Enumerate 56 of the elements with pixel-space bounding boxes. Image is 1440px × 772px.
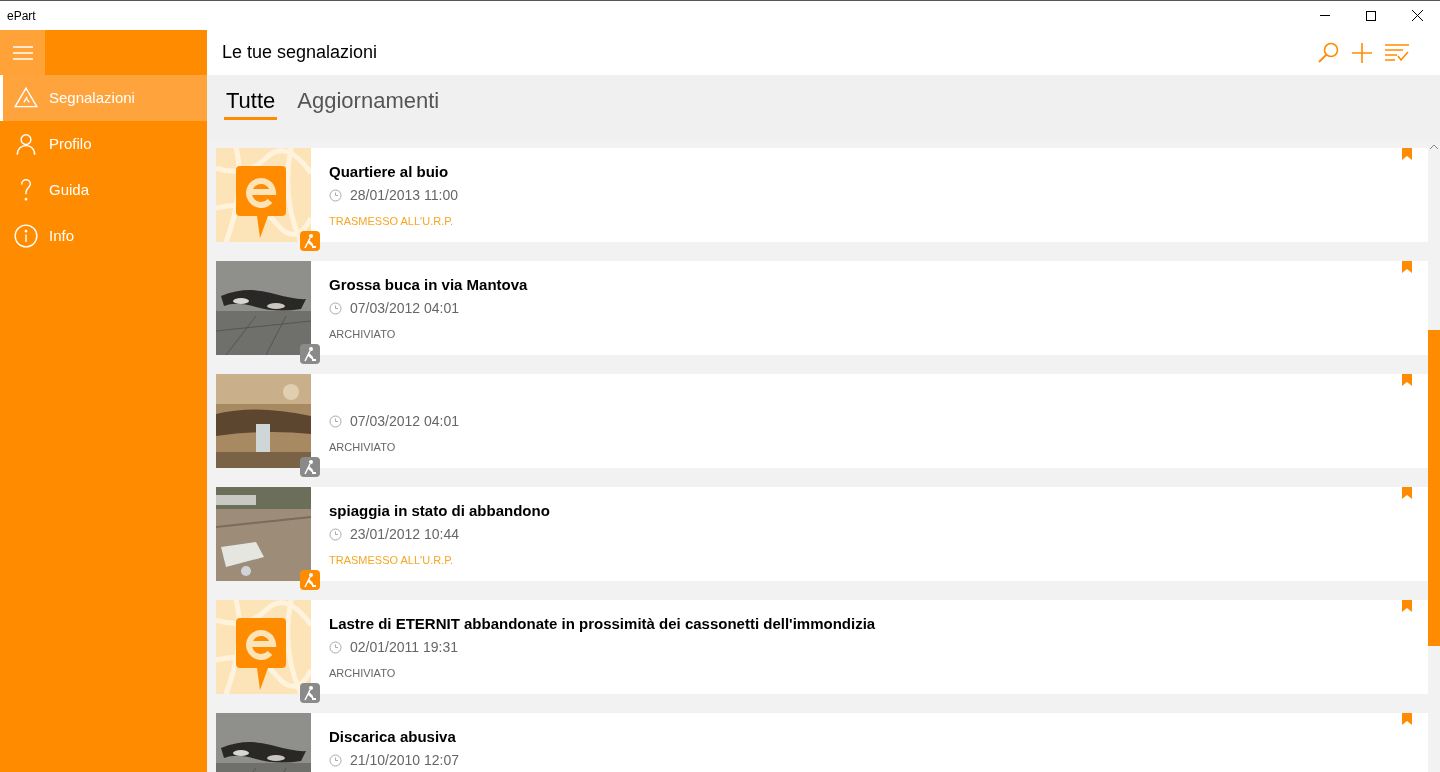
report-date: 21/10/2010 12:07 bbox=[350, 751, 459, 770]
tab[interactable]: Aggiornamenti bbox=[295, 87, 442, 120]
close-icon bbox=[1411, 10, 1423, 21]
add-button[interactable] bbox=[1350, 40, 1374, 65]
report-title: Discarica abusiva bbox=[329, 727, 457, 747]
report-status: TRASMESSO ALL'U.R.P. bbox=[329, 553, 455, 568]
bookmark-icon bbox=[1402, 600, 1412, 612]
search-button[interactable] bbox=[1316, 40, 1340, 65]
checklist-icon bbox=[1385, 43, 1409, 62]
report-date: 28/01/2013 11:00 bbox=[350, 186, 458, 205]
worker-status-icon bbox=[300, 683, 320, 703]
maximize-icon bbox=[1366, 10, 1376, 21]
report-card[interactable]: 07/03/2012 04:01 ARCHIVIATO bbox=[311, 374, 1428, 468]
plus-icon bbox=[1352, 42, 1372, 63]
search-icon bbox=[1317, 41, 1339, 64]
clock-icon bbox=[329, 641, 342, 654]
info-icon bbox=[13, 223, 39, 249]
clock-icon bbox=[329, 754, 342, 767]
worker-status-icon bbox=[300, 344, 320, 364]
bookmark-icon bbox=[1402, 713, 1412, 725]
page-title: Le tue segnalazioni bbox=[222, 41, 378, 64]
report-date: 02/01/2011 19:31 bbox=[350, 638, 458, 657]
report-card[interactable]: Discarica abusiva 21/10/2010 12:07 bbox=[311, 713, 1428, 772]
window-title: ePart bbox=[7, 7, 36, 25]
report-title: spiaggia in stato di abbandono bbox=[329, 501, 550, 521]
report-status: ARCHIVIATO bbox=[329, 666, 397, 681]
report-title: Quartiere al buio bbox=[329, 162, 450, 182]
report-status: ARCHIVIATO bbox=[329, 440, 397, 455]
clock-icon bbox=[329, 528, 342, 541]
bookmark-icon bbox=[1402, 261, 1412, 273]
scrollbar-thumb[interactable] bbox=[1428, 330, 1440, 646]
report-title: Grossa buca in via Mantova bbox=[329, 275, 528, 295]
worker-status-icon bbox=[300, 457, 320, 477]
report-card[interactable]: Lastre di ETERNIT abbandonate in prossimità dei cassonetti dell'immondizia 02/01/2011 19:31 ARCHIVIATO bbox=[311, 600, 1428, 694]
report-card[interactable]: spiaggia in stato di abbandono 23/01/2012 10:44 TRASMESSO ALL'U.R.P. bbox=[311, 487, 1428, 581]
menu-button[interactable] bbox=[0, 30, 45, 75]
clock-icon bbox=[329, 189, 342, 202]
bookmark-icon bbox=[1402, 487, 1412, 499]
worker-status-icon bbox=[300, 231, 320, 251]
bookmark-icon bbox=[1402, 374, 1412, 386]
report-date: 23/01/2012 10:44 bbox=[350, 525, 459, 544]
clock-icon bbox=[329, 302, 342, 315]
report-date: 07/03/2012 04:01 bbox=[350, 299, 459, 318]
clock-icon bbox=[329, 415, 342, 428]
bookmark-icon bbox=[1402, 148, 1412, 160]
report-card[interactable]: Grossa buca in via Mantova 07/03/2012 04:01 ARCHIVIATO bbox=[311, 261, 1428, 355]
worker-status-icon bbox=[300, 570, 320, 590]
report-status: ARCHIVIATO bbox=[329, 327, 397, 342]
scroll-up-icon[interactable] bbox=[1430, 144, 1438, 150]
report-date: 07/03/2012 04:01 bbox=[350, 412, 459, 431]
tab[interactable]: Tutte bbox=[224, 87, 278, 120]
minimize-icon bbox=[1320, 15, 1330, 16]
menu-icon bbox=[12, 45, 33, 60]
report-status: TRASMESSO ALL'U.R.P. bbox=[329, 214, 455, 229]
report-card[interactable]: Quartiere al buio 28/01/2013 11:00 TRASMESSO ALL'U.R.P. bbox=[311, 148, 1428, 242]
report-title: Lastre di ETERNIT abbandonate in prossimità dei cassonetti dell'immondizia bbox=[329, 614, 876, 634]
